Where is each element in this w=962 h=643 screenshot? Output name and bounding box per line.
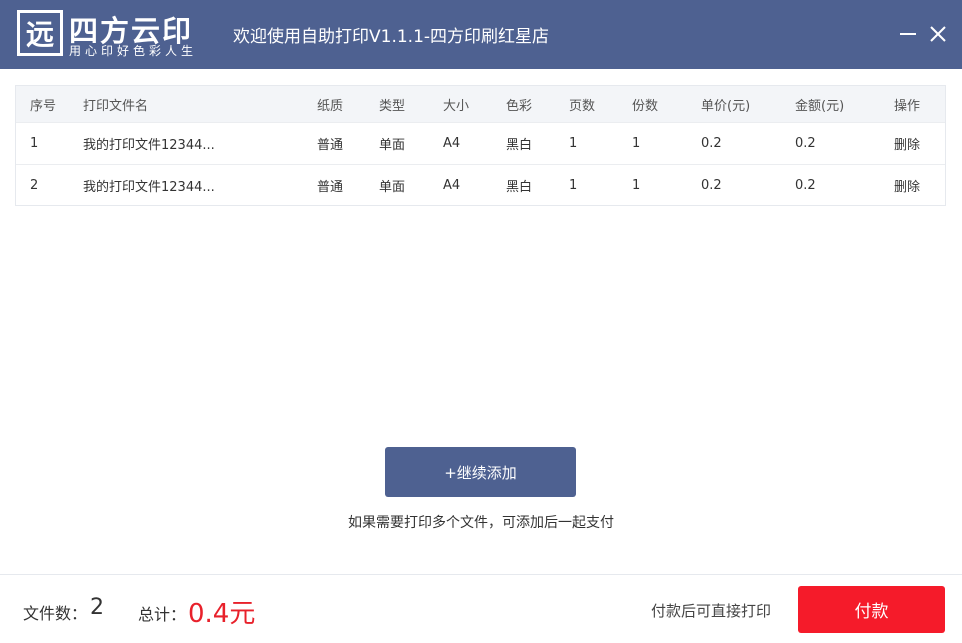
row-unit-price: 0.2 xyxy=(701,178,722,193)
continue-add-button[interactable]: +继续添加 xyxy=(385,447,576,497)
minimize-icon xyxy=(900,33,916,35)
header-size: 大小 xyxy=(443,98,470,114)
row-copies: 1 xyxy=(632,178,641,193)
title-bar: 远 四方云印 用心印好色彩人生 欢迎使用自助打印V1.1.1-四方印刷红星店 xyxy=(0,0,962,69)
row-pages: 1 xyxy=(569,178,578,193)
header-pages: 页数 xyxy=(569,98,596,114)
header-copies: 份数 xyxy=(632,98,659,114)
table-row: 2 我的打印文件12344... 普通 单面 A4 黑白 1 1 0.2 0.2… xyxy=(16,164,945,206)
row-index: 1 xyxy=(30,136,39,151)
file-count-label: 文件数： xyxy=(23,604,88,623)
table-header: 序号 打印文件名 纸质 类型 大小 色彩 页数 份数 单价(元) 金额(元) 操… xyxy=(16,86,945,122)
row-copies: 1 xyxy=(632,136,641,151)
footer-bar: 文件数： 2 总计： 0.4元 付款后可直接打印 付款 xyxy=(0,574,962,643)
header-paper: 纸质 xyxy=(317,98,344,114)
header-action: 操作 xyxy=(894,98,921,114)
row-paper: 普通 xyxy=(317,138,344,153)
row-amount: 0.2 xyxy=(795,136,816,151)
row-paper: 普通 xyxy=(317,180,344,195)
row-pages: 1 xyxy=(569,136,578,151)
header-unit-price: 单价(元) xyxy=(701,98,751,114)
row-color: 黑白 xyxy=(506,138,533,153)
pay-hint: 付款后可直接打印 xyxy=(651,602,772,620)
row-amount: 0.2 xyxy=(795,178,816,193)
file-table: 序号 打印文件名 纸质 类型 大小 色彩 页数 份数 单价(元) 金额(元) 操… xyxy=(15,85,946,206)
pay-button[interactable]: 付款 xyxy=(798,586,945,633)
delete-link[interactable]: 删除 xyxy=(894,123,920,164)
delete-link[interactable]: 删除 xyxy=(894,165,920,206)
multi-file-hint: 如果需要打印多个文件，可添加后一起支付 xyxy=(348,515,614,531)
file-count-value: 2 xyxy=(90,595,104,620)
close-icon xyxy=(930,26,946,42)
header-index: 序号 xyxy=(30,98,57,114)
header-filename: 打印文件名 xyxy=(83,98,149,114)
row-filename: 我的打印文件12344... xyxy=(83,180,215,195)
minimize-button[interactable] xyxy=(895,20,921,48)
app-logo: 远 四方云印 用心印好色彩人生 xyxy=(17,10,222,60)
row-size: A4 xyxy=(443,136,461,151)
header-color: 色彩 xyxy=(506,98,533,114)
row-index: 2 xyxy=(30,178,39,193)
row-filename: 我的打印文件12344... xyxy=(83,138,215,153)
header-type: 类型 xyxy=(379,98,406,114)
row-color: 黑白 xyxy=(506,180,533,195)
total-amount: 0.4元 xyxy=(188,599,256,629)
window-title: 欢迎使用自助打印V1.1.1-四方印刷红星店 xyxy=(233,27,550,47)
row-size: A4 xyxy=(443,178,461,193)
total-label: 总计： xyxy=(138,605,187,624)
row-unit-price: 0.2 xyxy=(701,136,722,151)
row-type: 单面 xyxy=(379,180,406,195)
close-button[interactable] xyxy=(925,20,951,48)
logo-mark: 远 xyxy=(17,10,63,56)
table-row: 1 我的打印文件12344... 普通 单面 A4 黑白 1 1 0.2 0.2… xyxy=(16,122,945,164)
header-amount: 金额(元) xyxy=(795,98,845,114)
logo-slogan: 用心印好色彩人生 xyxy=(69,44,198,58)
row-type: 单面 xyxy=(379,138,406,153)
